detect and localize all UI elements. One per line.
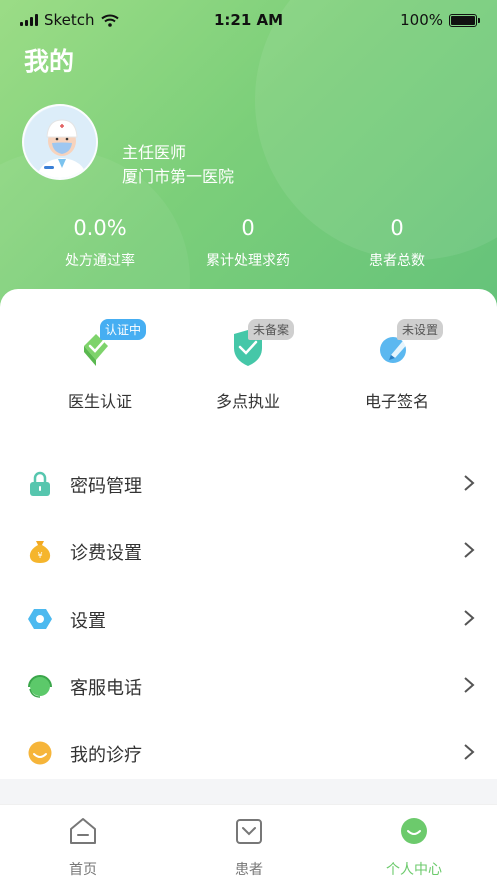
stat-total-patients[interactable]: 0 患者总数 <box>317 216 477 270</box>
menu-label: 我的诊疗 <box>70 745 142 766</box>
page-title: 我的 <box>24 47 75 76</box>
stat-drug-requests[interactable]: 0 累计处理求药 <box>168 216 328 270</box>
cert-label: 医生认证 <box>67 392 132 411</box>
cert-label: 多点执业 <box>215 392 280 411</box>
hexagon-settings-icon <box>28 609 52 629</box>
menu-customer-service[interactable]: 客服电话 <box>0 655 497 715</box>
menu-my-consultations[interactable]: 我的诊疗 <box>0 722 497 782</box>
money-bag-icon: ¥ <box>29 541 51 563</box>
menu-label: 诊费设置 <box>70 543 142 564</box>
tab-bar: 首页 患者 个人中心 <box>0 804 497 883</box>
status-badge: 认证中 <box>100 319 147 340</box>
status-bar: Sketch 1:21 AM 100% <box>0 0 497 40</box>
hospital-name: 厦门市第一医院 <box>122 167 235 186</box>
menu-fee-settings[interactable]: ¥ 诊费设置 <box>0 520 497 580</box>
tab-home[interactable]: 首页 <box>0 815 166 879</box>
menu-label: 客服电话 <box>70 678 142 699</box>
stat-value: 0 <box>241 216 255 240</box>
menu-label: 设置 <box>70 611 106 632</box>
chevron-right-icon <box>464 610 475 626</box>
tab-label: 患者 <box>235 862 263 878</box>
tab-label: 个人中心 <box>386 862 442 878</box>
stat-label: 患者总数 <box>369 253 425 269</box>
patient-icon <box>236 819 262 844</box>
cert-label: 电子签名 <box>364 392 429 411</box>
avatar[interactable] <box>22 104 98 180</box>
stat-label: 累计处理求药 <box>206 253 290 269</box>
battery-percent: 100% <box>400 11 443 29</box>
doctor-title: 主任医师 <box>122 143 187 162</box>
cert-e-signature[interactable]: 未设置 电子签名 <box>317 319 477 412</box>
status-badge: 未设置 <box>397 319 444 340</box>
menu-label: 密码管理 <box>70 476 142 497</box>
svg-text:¥: ¥ <box>37 551 42 560</box>
stat-approval-rate[interactable]: 0.0% 处方通过率 <box>20 216 180 270</box>
stat-value: 0.0% <box>73 216 127 240</box>
stat-label: 处方通过率 <box>65 253 135 269</box>
menu-password-management[interactable]: 密码管理 <box>0 453 497 513</box>
stat-value: 0 <box>390 216 404 240</box>
menu-settings[interactable]: 设置 <box>0 588 497 648</box>
profile-smile-icon <box>401 818 427 844</box>
tab-patients[interactable]: 患者 <box>166 815 332 879</box>
headset-icon <box>28 675 52 698</box>
chevron-right-icon <box>464 542 475 558</box>
battery-icon <box>449 13 480 27</box>
status-badge: 未备案 <box>248 319 295 340</box>
tab-label: 首页 <box>69 862 97 878</box>
chevron-right-icon <box>464 475 475 491</box>
chevron-right-icon <box>464 744 475 760</box>
smile-icon <box>28 741 52 765</box>
cert-multi-site-practice[interactable]: 未备案 多点执业 <box>168 319 328 412</box>
cert-doctor-verification[interactable]: 认证中 医生认证 <box>20 319 180 412</box>
lock-icon <box>30 471 50 496</box>
home-icon <box>70 818 96 844</box>
chevron-right-icon <box>464 677 475 693</box>
tab-profile[interactable]: 个人中心 <box>331 815 497 879</box>
